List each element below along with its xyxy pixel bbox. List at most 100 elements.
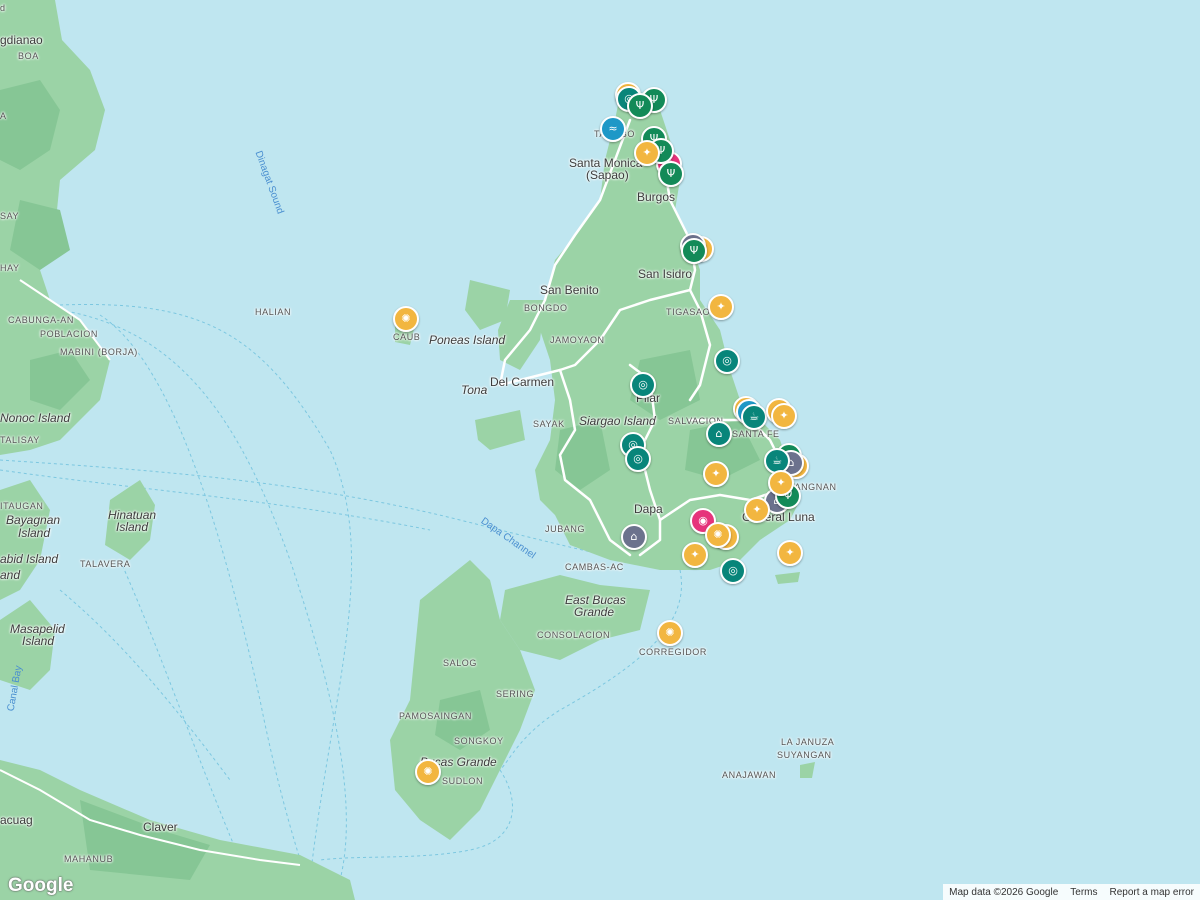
label-corregidor: CORREGIDOR [639, 647, 708, 657]
lodging-icon: ⌂ [630, 530, 638, 543]
label-mahanub: MAHANUB [64, 854, 114, 864]
label-halian: HALIAN [255, 307, 292, 317]
label-poblacion: POBLACION [40, 329, 98, 339]
viewpoint-marker[interactable]: ◎ [625, 446, 651, 472]
camera-icon: ◉ [698, 514, 708, 527]
label-nonoc-island: Nonoc Island [0, 411, 71, 425]
hiking-icon: ✦ [690, 548, 700, 561]
label-abid-island: abid Island [0, 552, 59, 566]
hiking-icon: ✦ [785, 546, 795, 559]
label-burgos: Burgos [637, 190, 676, 204]
label-mabini: MABINI (BORJA) [60, 347, 138, 357]
label-cambas-ac: CAMBAS-AC [565, 562, 624, 572]
sun-icon: ✺ [423, 765, 433, 778]
map-data-text: Map data ©2026 Google [949, 886, 1059, 898]
restaurant-marker[interactable]: Ψ [658, 161, 684, 187]
label-la-januza: LA JANUZA [781, 737, 835, 747]
label-talavera: TALAVERA [80, 559, 131, 569]
label-hay: HAY [0, 263, 20, 273]
google-logo: Google [8, 875, 74, 896]
activity-marker[interactable]: ✦ [682, 542, 708, 568]
binoculars-icon: ◎ [633, 452, 643, 465]
restaurant-marker[interactable]: Ψ [681, 238, 707, 264]
label-anajawan: ANAJAWAN [722, 770, 777, 780]
label-east-bucas-2: Grande [574, 605, 615, 619]
attraction-marker[interactable]: ✺ [393, 306, 419, 332]
label-talisay: TALISAY [0, 435, 40, 445]
activity-marker[interactable]: ✦ [703, 461, 729, 487]
label-santa-fe: SANTA FE [732, 429, 780, 439]
hiking-icon: ✦ [716, 300, 726, 313]
label-dapa: Dapa [634, 502, 663, 516]
label-sering: SERING [496, 689, 535, 699]
activity-marker[interactable]: ✦ [744, 497, 770, 523]
label-itaugan: ITAUGAN [0, 501, 44, 511]
map-canvas[interactable]: d gdianao BOA A SAY HAY CABUNGA-AN POBLA… [0, 0, 1200, 900]
hiking-icon: ✦ [642, 146, 652, 159]
label-say: SAY [0, 211, 20, 221]
label-a: A [0, 111, 7, 121]
label-jubang: JUBANG [545, 524, 586, 534]
cafe-icon: ☕ [749, 410, 759, 423]
label-tigasao: TIGASAO [666, 307, 711, 317]
pool-marker[interactable]: ≈ [600, 116, 626, 142]
label-bayagnan-2: Island [18, 526, 51, 540]
label-sayak: SAYAK [533, 419, 565, 429]
label-songkoy: SONGKOY [454, 736, 504, 746]
pool-icon: ≈ [608, 122, 618, 135]
label-jamoyaon: JAMOYAON [550, 335, 605, 345]
label-gdianao: gdianao [0, 33, 43, 47]
label-poneas-island: Poneas Island [429, 333, 506, 347]
label-tona: Tona [461, 383, 488, 397]
label-masapelid-2: Island [22, 634, 55, 648]
restaurant-icon: Ψ [689, 244, 699, 257]
label-acuag: acuag [0, 813, 33, 827]
activity-marker[interactable]: ✦ [634, 140, 660, 166]
sun-icon: ✺ [401, 312, 411, 325]
map-attribution: Map data ©2026 Google Terms Report a map… [943, 884, 1200, 900]
viewpoint-marker[interactable]: ◎ [714, 348, 740, 374]
label-siargao-island: Siargao Island [579, 414, 656, 428]
hiking-icon: ✦ [779, 409, 789, 422]
report-map-error-link[interactable]: Report a map error [1104, 887, 1200, 898]
cafe-marker[interactable]: ☕ [741, 404, 767, 430]
cafe-icon: ☕ [772, 454, 782, 467]
hiking-icon: ✦ [711, 467, 721, 480]
hiking-icon: ✦ [752, 503, 762, 516]
activity-marker[interactable]: ✦ [768, 470, 794, 496]
viewpoint-marker[interactable]: ◎ [720, 558, 746, 584]
lodging-marker[interactable]: ⌂ [621, 524, 647, 550]
label-sudlon: SUDLON [442, 776, 484, 786]
activity-marker[interactable]: ✦ [708, 294, 734, 320]
restaurant-icon: Ψ [666, 167, 676, 180]
viewpoint-marker[interactable]: ◎ [630, 372, 656, 398]
label-cabunga-an: CABUNGA-AN [8, 315, 75, 325]
attraction-marker[interactable]: ✺ [705, 522, 731, 548]
attraction-marker[interactable]: ✺ [657, 620, 683, 646]
binoculars-icon: ◎ [638, 378, 648, 391]
restaurant-marker[interactable]: Ψ [627, 93, 653, 119]
label-d: d [0, 3, 6, 13]
label-caub: CAUB [393, 332, 421, 342]
sun-icon: ✺ [665, 626, 675, 639]
label-del-carmen: Del Carmen [490, 375, 555, 389]
binoculars-icon: ◎ [722, 354, 732, 367]
label-boa: BOA [18, 51, 39, 61]
label-sapao: (Sapao) [586, 168, 629, 182]
label-san-isidro: San Isidro [638, 267, 693, 281]
label-salog: SALOG [443, 658, 478, 668]
label-san-benito: San Benito [540, 283, 599, 297]
activity-marker[interactable]: ✦ [777, 540, 803, 566]
label-consolacion: CONSOLACION [537, 630, 611, 640]
label-hinatuan-2: Island [116, 520, 149, 534]
lodging-marker[interactable]: ⌂ [706, 421, 732, 447]
activity-marker[interactable]: ✦ [771, 403, 797, 429]
restaurant-icon: Ψ [635, 99, 645, 112]
label-and: and [0, 568, 21, 582]
label-suyangan: SUYANGAN [777, 750, 832, 760]
terms-link[interactable]: Terms [1064, 887, 1103, 898]
hiking-icon: ✦ [776, 476, 786, 489]
attraction-marker[interactable]: ✺ [415, 759, 441, 785]
label-pamosaingan: PAMOSAINGAN [399, 711, 472, 721]
binoculars-icon: ◎ [728, 564, 738, 577]
